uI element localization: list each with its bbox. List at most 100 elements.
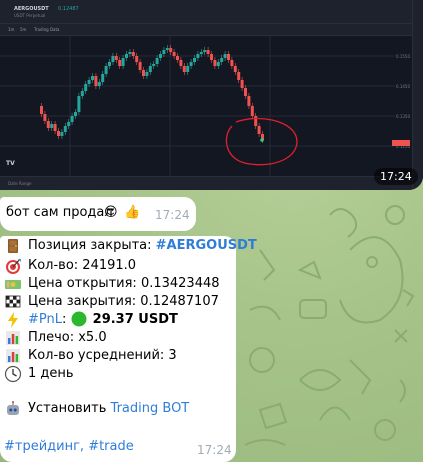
svg-text:0.1350: 0.1350 [396,114,410,119]
candle-body [125,54,128,58]
chart-toolbar: 1m 5m Trading Data [0,24,412,36]
tradingview-header: AERGOUSDT USDT Perpetual 0.12487 [0,0,423,24]
ticker-subtitle: USDT Perpetual [14,13,46,18]
pnl-hashtag-link[interactable]: #PnL [28,312,62,327]
candle-body [91,76,94,80]
lightning-icon [8,312,18,328]
target-icon [6,258,21,274]
candle-body [74,112,77,116]
averaging-text: Кол-во усреднений: 3 [28,348,177,363]
candle-body [169,48,173,52]
candle-body [63,126,67,132]
message-bubble[interactable]: бот сам продал 😍 👍 17:24 [0,197,196,231]
candle-body [128,52,132,54]
door-icon [8,239,18,253]
candle-body [118,60,122,66]
candle-body [247,96,251,106]
green-circle-icon [71,311,89,327]
candle-body [210,54,213,60]
candle-body [80,91,84,96]
candle-body [97,82,101,86]
candle-body [189,62,193,66]
close-price-text: Цена закрытия: 0.12487107 [28,294,219,309]
candle-body [216,62,220,66]
candle-body [254,116,258,126]
candle-body [101,74,105,82]
trading-bot-link[interactable]: Trading BOT [111,401,190,416]
candle-body [84,84,88,91]
toolbar-item-5m: 5m [20,27,27,32]
open-price-text: Цена открытия: 0.13423448 [28,276,220,291]
message-text: бот сам продал [6,205,113,220]
duration-text: 1 день [28,366,74,381]
trade-report-bubble[interactable]: Позиция закрыта: #AERGOUSDT Кол-во: 2419… [0,236,257,462]
candle-body [199,52,203,54]
candle-body [50,124,54,128]
candle-body [40,106,43,114]
candle-body [53,124,57,131]
image-timestamp: 17:24 [374,168,418,185]
candle-body [43,114,47,121]
candle-body [206,50,210,54]
ticker-symbol: AERGOUSDT [14,6,49,12]
install-label: Установить Trading BOT [28,401,190,416]
candle-body [240,80,244,88]
date-range-label: Date Range [8,181,32,186]
candle-body [145,72,149,76]
position-closed-label: Позиция закрыта: #AERGOUSDT [28,238,257,253]
heart-eyes-emoji: 😍 [104,205,118,220]
clock-icon [4,365,22,383]
candle-body [104,66,108,74]
candle-body [87,80,91,84]
candle-body [46,121,50,128]
candle-body [138,62,142,70]
tradingview-logo: TV [6,160,15,167]
candle-body [203,50,207,52]
candle-body [77,96,81,112]
candle-body [196,54,200,58]
message-timestamp: 17:24 [155,208,190,222]
hashtags-link[interactable]: #трейдинг, #trade [4,438,134,456]
chart-screenshot-image[interactable]: AERGOUSDT USDT Perpetual 0.12487 1m 5m T… [0,0,423,190]
candle-body [155,58,159,64]
candle-body [257,126,261,134]
quantity-text: Кол-во: 24191.0 [28,258,137,273]
svg-text:0.1450: 0.1450 [396,84,410,89]
candle-body [159,54,162,58]
candle-body [230,60,234,66]
toolbar-item-trading-data: Trading Data [34,27,60,32]
candle-body [182,66,186,72]
candle-body [131,52,135,56]
candlestick-chart: 0.1550 0.1450 0.1350 0.1250 [0,36,410,176]
symbol-hashtag-link[interactable]: #AERGOUSDT [156,238,257,253]
chart-bottom-bar: Date Range [0,176,412,190]
candle-body [165,48,169,50]
candle-body [108,62,111,66]
candle-body [70,116,74,122]
candle-body [60,132,64,136]
candle-body [94,76,98,86]
candle-body [220,58,224,62]
candle-body [172,52,176,56]
candle-body [250,106,254,116]
bar-chart-icon [6,349,20,363]
candle-body [111,56,115,62]
bar-chart-icon [6,331,20,345]
candle-body [213,60,217,66]
candle-body [186,66,190,72]
ticker-price: 0.12487 [58,6,79,12]
robot-icon [7,401,19,415]
candle-body [227,54,230,60]
message-timestamp: 17:24 [197,443,232,457]
pnl-value: 29.37 USDT [92,312,178,327]
candle-body [244,88,247,96]
toolbar-item-1m: 1m [8,27,15,32]
candle-body [179,60,183,66]
candle-body [148,66,152,72]
leverage-text: Плечо: x5.0 [28,330,107,345]
candle-body [237,72,241,80]
thumbs-up-emoji: 👍 [124,205,141,220]
candle-body [193,58,196,62]
money-icon [5,280,21,289]
chequered-flag-icon [5,295,21,308]
